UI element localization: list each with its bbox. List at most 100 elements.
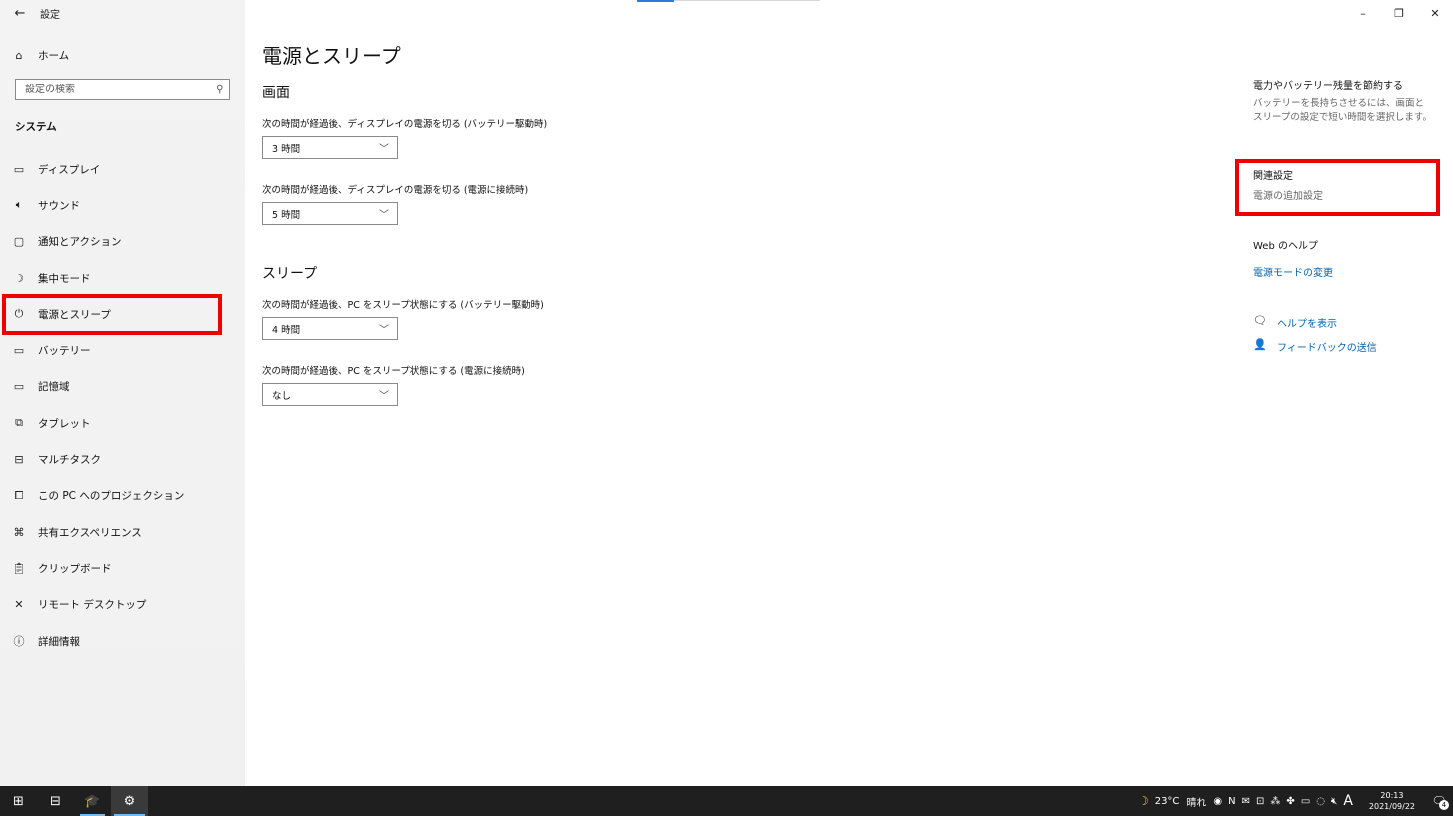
sidebar-item-label: マルチタスク: [38, 454, 101, 467]
sidebar-item-label: 共有エクスペリエンス: [38, 526, 142, 539]
sleep-plugged-dropdown[interactable]: なし ﹀: [262, 383, 398, 406]
shared-icon: ⌘: [13, 525, 25, 539]
monitor-icon: ▭: [13, 162, 25, 176]
help-icon: 🗨: [1253, 314, 1267, 327]
sidebar-item-multitasking[interactable]: ⊟ マルチタスク: [0, 441, 245, 477]
get-help-link[interactable]: ヘルプを表示: [1277, 315, 1337, 330]
notification-icon: ▢: [13, 235, 25, 249]
speaker-icon: 🔈︎: [15, 198, 23, 212]
section-title: システム: [15, 121, 57, 133]
ime-indicator[interactable]: A: [1343, 793, 1353, 809]
sidebar-item-clipboard[interactable]: 📋︎ クリップボード: [0, 550, 245, 586]
sidebar-item-storage[interactable]: ▭ 記憶域: [0, 369, 245, 405]
network-tray-icon[interactable]: ⁂: [1270, 796, 1280, 807]
sidebar-item-projecting[interactable]: ⧠ この PC へのプロジェクション: [0, 478, 245, 514]
sidebar-item-power-sleep[interactable]: ⏻ 電源とスリープ: [0, 296, 245, 332]
taskbar-app-button[interactable]: 🎓: [74, 786, 111, 816]
sidebar-item-label: 通知とアクション: [38, 236, 122, 249]
sidebar-item-label: バッテリー: [38, 345, 91, 358]
screen-plugged-dropdown[interactable]: 5 時間 ﹀: [262, 202, 398, 225]
minimize-button[interactable]: –: [1345, 0, 1381, 26]
temperature[interactable]: 23°C: [1155, 796, 1180, 807]
back-button[interactable]: ←: [0, 0, 40, 26]
remote-desktop-icon: ✕: [14, 598, 24, 612]
save-power-heading: 電力やバッテリー残量を節約する: [1253, 81, 1403, 92]
moon-icon: ☽: [14, 271, 24, 285]
home-icon: ⌂: [15, 48, 23, 62]
screen-heading: 画面: [262, 85, 290, 101]
screen-battery-dropdown[interactable]: 3 時間 ﹀: [262, 136, 398, 159]
chevron-down-icon: ﹀: [379, 144, 389, 155]
sleep-battery-dropdown[interactable]: 4 時間 ﹀: [262, 317, 398, 340]
save-power-description: バッテリーを長持ちさせるには、画面とスリープの設定で短い時間を選択します。: [1253, 98, 1432, 123]
screen-plugged-label: 次の時間が経過後、ディスプレイの電源を切る (電源に接続時): [262, 185, 529, 196]
weather-icon[interactable]: ☽: [1138, 794, 1149, 808]
chevron-down-icon: ﹀: [379, 325, 389, 336]
task-view-button[interactable]: ⊟: [37, 786, 74, 816]
top-accent-bar: [637, 0, 674, 2]
minimize-icon: –: [1360, 6, 1366, 20]
tablet-icon: ⧉: [15, 416, 23, 430]
sidebar-item-label: ディスプレイ: [38, 163, 101, 176]
volume-muted-icon[interactable]: 🔇︎: [1331, 796, 1337, 807]
notification-count: 4: [1439, 800, 1449, 810]
web-help-heading: Web のヘルプ: [1253, 241, 1318, 252]
sleep-battery-label: 次の時間が経過後、PC をスリープ状態にする (バッテリー駆動時): [262, 300, 544, 311]
sidebar-item-label: 記憶域: [38, 381, 70, 394]
power-mode-change-link[interactable]: 電源モードの変更: [1253, 264, 1333, 279]
sidebar-item-label: この PC へのプロジェクション: [38, 490, 185, 503]
dropdown-value: 5 時間: [272, 209, 301, 221]
taskbar-settings-button[interactable]: ⚙: [111, 786, 148, 816]
page-title: 電源とスリープ: [262, 44, 401, 68]
related-settings-heading: 関連設定: [1253, 171, 1293, 182]
chrome-tray-icon[interactable]: ◉: [1213, 796, 1222, 807]
projection-icon: ⧠: [14, 488, 24, 502]
taskbar-left: ⊞ ⊟ 🎓 ⚙: [0, 786, 148, 816]
power-icon: ⏻: [14, 307, 24, 321]
sidebar-item-about[interactable]: ⓘ 詳細情報: [0, 623, 245, 659]
sidebar-nav: ▭ ディスプレイ 🔈︎ サウンド ▢ 通知とアクション ☽ 集中モード ⏻ 電源…: [0, 151, 245, 659]
sidebar-item-shared-experiences[interactable]: ⌘ 共有エクスペリエンス: [0, 514, 245, 550]
sidebar-item-tablet[interactable]: ⧉ タブレット: [0, 405, 245, 441]
sidebar-item-display[interactable]: ▭ ディスプレイ: [0, 151, 245, 187]
sidebar-item-sound[interactable]: 🔈︎ サウンド: [0, 187, 245, 223]
sidebar-item-remote-desktop[interactable]: ✕ リモート デスクトップ: [0, 587, 245, 623]
app-tray-icon[interactable]: ⊡: [1256, 796, 1264, 807]
search-box[interactable]: ⚲: [15, 79, 230, 100]
storage-icon: ▭: [13, 380, 25, 394]
dropdown-value: 4 時間: [272, 324, 301, 336]
settings-window: ← 設定 ⌂ ホーム ⚲ システム ▭ ディスプレイ 🔈︎ サウンド ▢ 通知と: [0, 0, 1453, 786]
close-button[interactable]: ✕: [1417, 0, 1453, 26]
wifi-tray-icon[interactable]: ◌: [1316, 796, 1325, 807]
app-title: 設定: [40, 9, 60, 21]
onenote-tray-icon[interactable]: N: [1228, 796, 1235, 807]
battery-tray-icon[interactable]: ▭: [1301, 796, 1310, 807]
chevron-down-icon: ﹀: [379, 210, 389, 221]
clock-date: 2021/09/22: [1368, 802, 1415, 811]
gear-icon: ⚙: [123, 793, 136, 809]
sidebar-item-home[interactable]: ⌂ ホーム: [0, 42, 245, 68]
additional-power-settings-link[interactable]: 電源の追加設定: [1253, 187, 1323, 202]
graduation-cap-icon: 🎓: [84, 793, 101, 809]
sidebar-item-notifications[interactable]: ▢ 通知とアクション: [0, 224, 245, 260]
search-input[interactable]: [25, 84, 195, 95]
close-icon: ✕: [1430, 6, 1440, 20]
mail-tray-icon[interactable]: ✉: [1242, 796, 1250, 807]
window-controls: – ❐ ✕: [1345, 0, 1453, 26]
sidebar-item-label: サウンド: [38, 199, 80, 212]
sleep-heading: スリープ: [262, 266, 318, 282]
weather-text[interactable]: 晴れ: [1186, 794, 1206, 809]
sleep-plugged-label: 次の時間が経過後、PC をスリープ状態にする (電源に接続時): [262, 366, 525, 377]
sidebar-item-battery[interactable]: ▭ バッテリー: [0, 332, 245, 368]
sidebar-item-label: タブレット: [38, 417, 91, 430]
sidebar-item-focus-assist[interactable]: ☽ 集中モード: [0, 260, 245, 296]
restore-button[interactable]: ❐: [1381, 0, 1417, 26]
security-tray-icon[interactable]: ✤: [1286, 796, 1294, 807]
start-button[interactable]: ⊞: [0, 786, 37, 816]
system-tray: ☽ 23°C 晴れ ◉ N ✉ ⊡ ⁂ ✤ ▭ ◌ 🔇︎ A 20:13 202…: [1138, 786, 1453, 816]
clock-time: 20:13: [1380, 791, 1404, 800]
sidebar-item-label: 集中モード: [38, 272, 91, 285]
action-center-button[interactable]: 🗨 4: [1425, 786, 1453, 816]
give-feedback-link[interactable]: フィードバックの送信: [1277, 339, 1377, 354]
clock[interactable]: 20:13 2021/09/22: [1369, 790, 1415, 812]
